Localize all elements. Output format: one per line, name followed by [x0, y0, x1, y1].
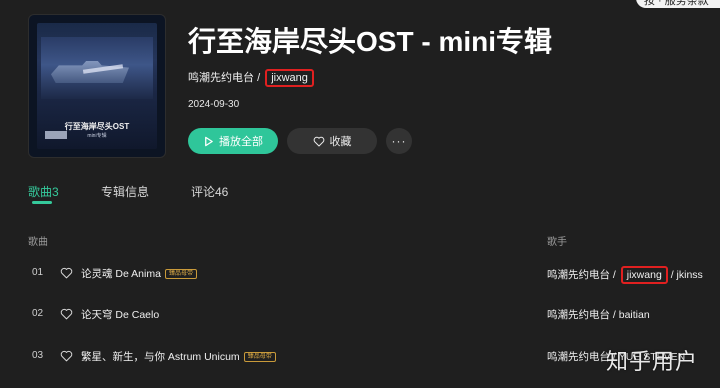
track-title[interactable]: 论灵魂 De Anima 臻品母带	[81, 266, 197, 281]
cover-artwork: 行至海岸尽头OST mini专辑	[37, 23, 157, 149]
artist-link-primary[interactable]: 鸣潮先约电台	[188, 72, 254, 84]
tab-album-info[interactable]: 专辑信息	[101, 183, 149, 200]
cover-logo	[45, 131, 67, 139]
more-icon: ···	[391, 134, 407, 148]
favorite-label: 收藏	[329, 136, 352, 148]
quality-badge: 臻品母带	[164, 269, 197, 279]
quality-badge: 臻品母带	[243, 352, 276, 362]
table-row[interactable]: 01 论灵魂 De Anima 臻品母带 鸣潮先约电台 / jixwang / j…	[0, 258, 720, 288]
like-heart-icon[interactable]	[60, 307, 73, 325]
column-header-song: 歌曲	[28, 237, 48, 248]
track-title[interactable]: 论天穹 De Caelo	[81, 307, 159, 322]
play-all-button[interactable]: 播放全部	[188, 128, 278, 154]
tab-songs[interactable]: 歌曲3	[28, 183, 59, 200]
zhihu-watermark: 知乎用户	[605, 349, 698, 374]
singer-text: 鸣潮先约电台 / baitian	[547, 309, 650, 321]
artist-link-highlighted[interactable]: jixwang	[265, 69, 314, 87]
tab-comments[interactable]: 评论46	[191, 183, 228, 200]
singer-text-tail: / jkinss	[667, 269, 703, 281]
album-cover: 行至海岸尽头OST mini专辑	[28, 14, 166, 158]
play-all-label: 播放全部	[219, 136, 263, 148]
more-options-button[interactable]: ···	[386, 128, 412, 154]
track-title[interactable]: 繁星、新生，与你 Astrum Unicum 臻品母带	[81, 349, 276, 364]
like-heart-icon[interactable]	[60, 266, 73, 284]
column-header-singer: 歌手	[547, 237, 567, 248]
track-singers[interactable]: 鸣潮先约电台 / jixwang / jkinss	[547, 266, 703, 284]
track-singers[interactable]: 鸣潮先约电台 / baitian	[547, 307, 650, 322]
track-title-text: 繁星、新生，与你 Astrum Unicum	[81, 351, 240, 363]
album-artists: 鸣潮先约电台 / jixwang	[188, 69, 314, 87]
active-tab-indicator	[32, 201, 52, 204]
heart-icon	[313, 136, 325, 147]
album-title: 行至海岸尽头OST - mini专辑	[188, 26, 553, 57]
table-row[interactable]: 02 论天穹 De Caelo 鸣潮先约电台 / baitian	[0, 299, 720, 329]
favorite-button[interactable]: 收藏	[287, 128, 377, 154]
track-number: 01	[32, 267, 44, 278]
play-icon	[203, 136, 214, 147]
like-heart-icon[interactable]	[60, 349, 73, 367]
track-title-text: 论天穹 De Caelo	[81, 309, 160, 321]
top-right-widget[interactable]: 按 · 服务条款	[636, 0, 720, 8]
release-date: 2024-09-30	[188, 99, 240, 110]
singer-text: 鸣潮先约电台 /	[547, 269, 619, 281]
track-title-text: 论灵魂 De Anima	[81, 268, 161, 280]
track-number: 03	[32, 350, 44, 361]
track-number: 02	[32, 308, 44, 319]
singer-link-highlighted[interactable]: jixwang	[620, 266, 668, 284]
artist-separator: /	[257, 72, 261, 84]
